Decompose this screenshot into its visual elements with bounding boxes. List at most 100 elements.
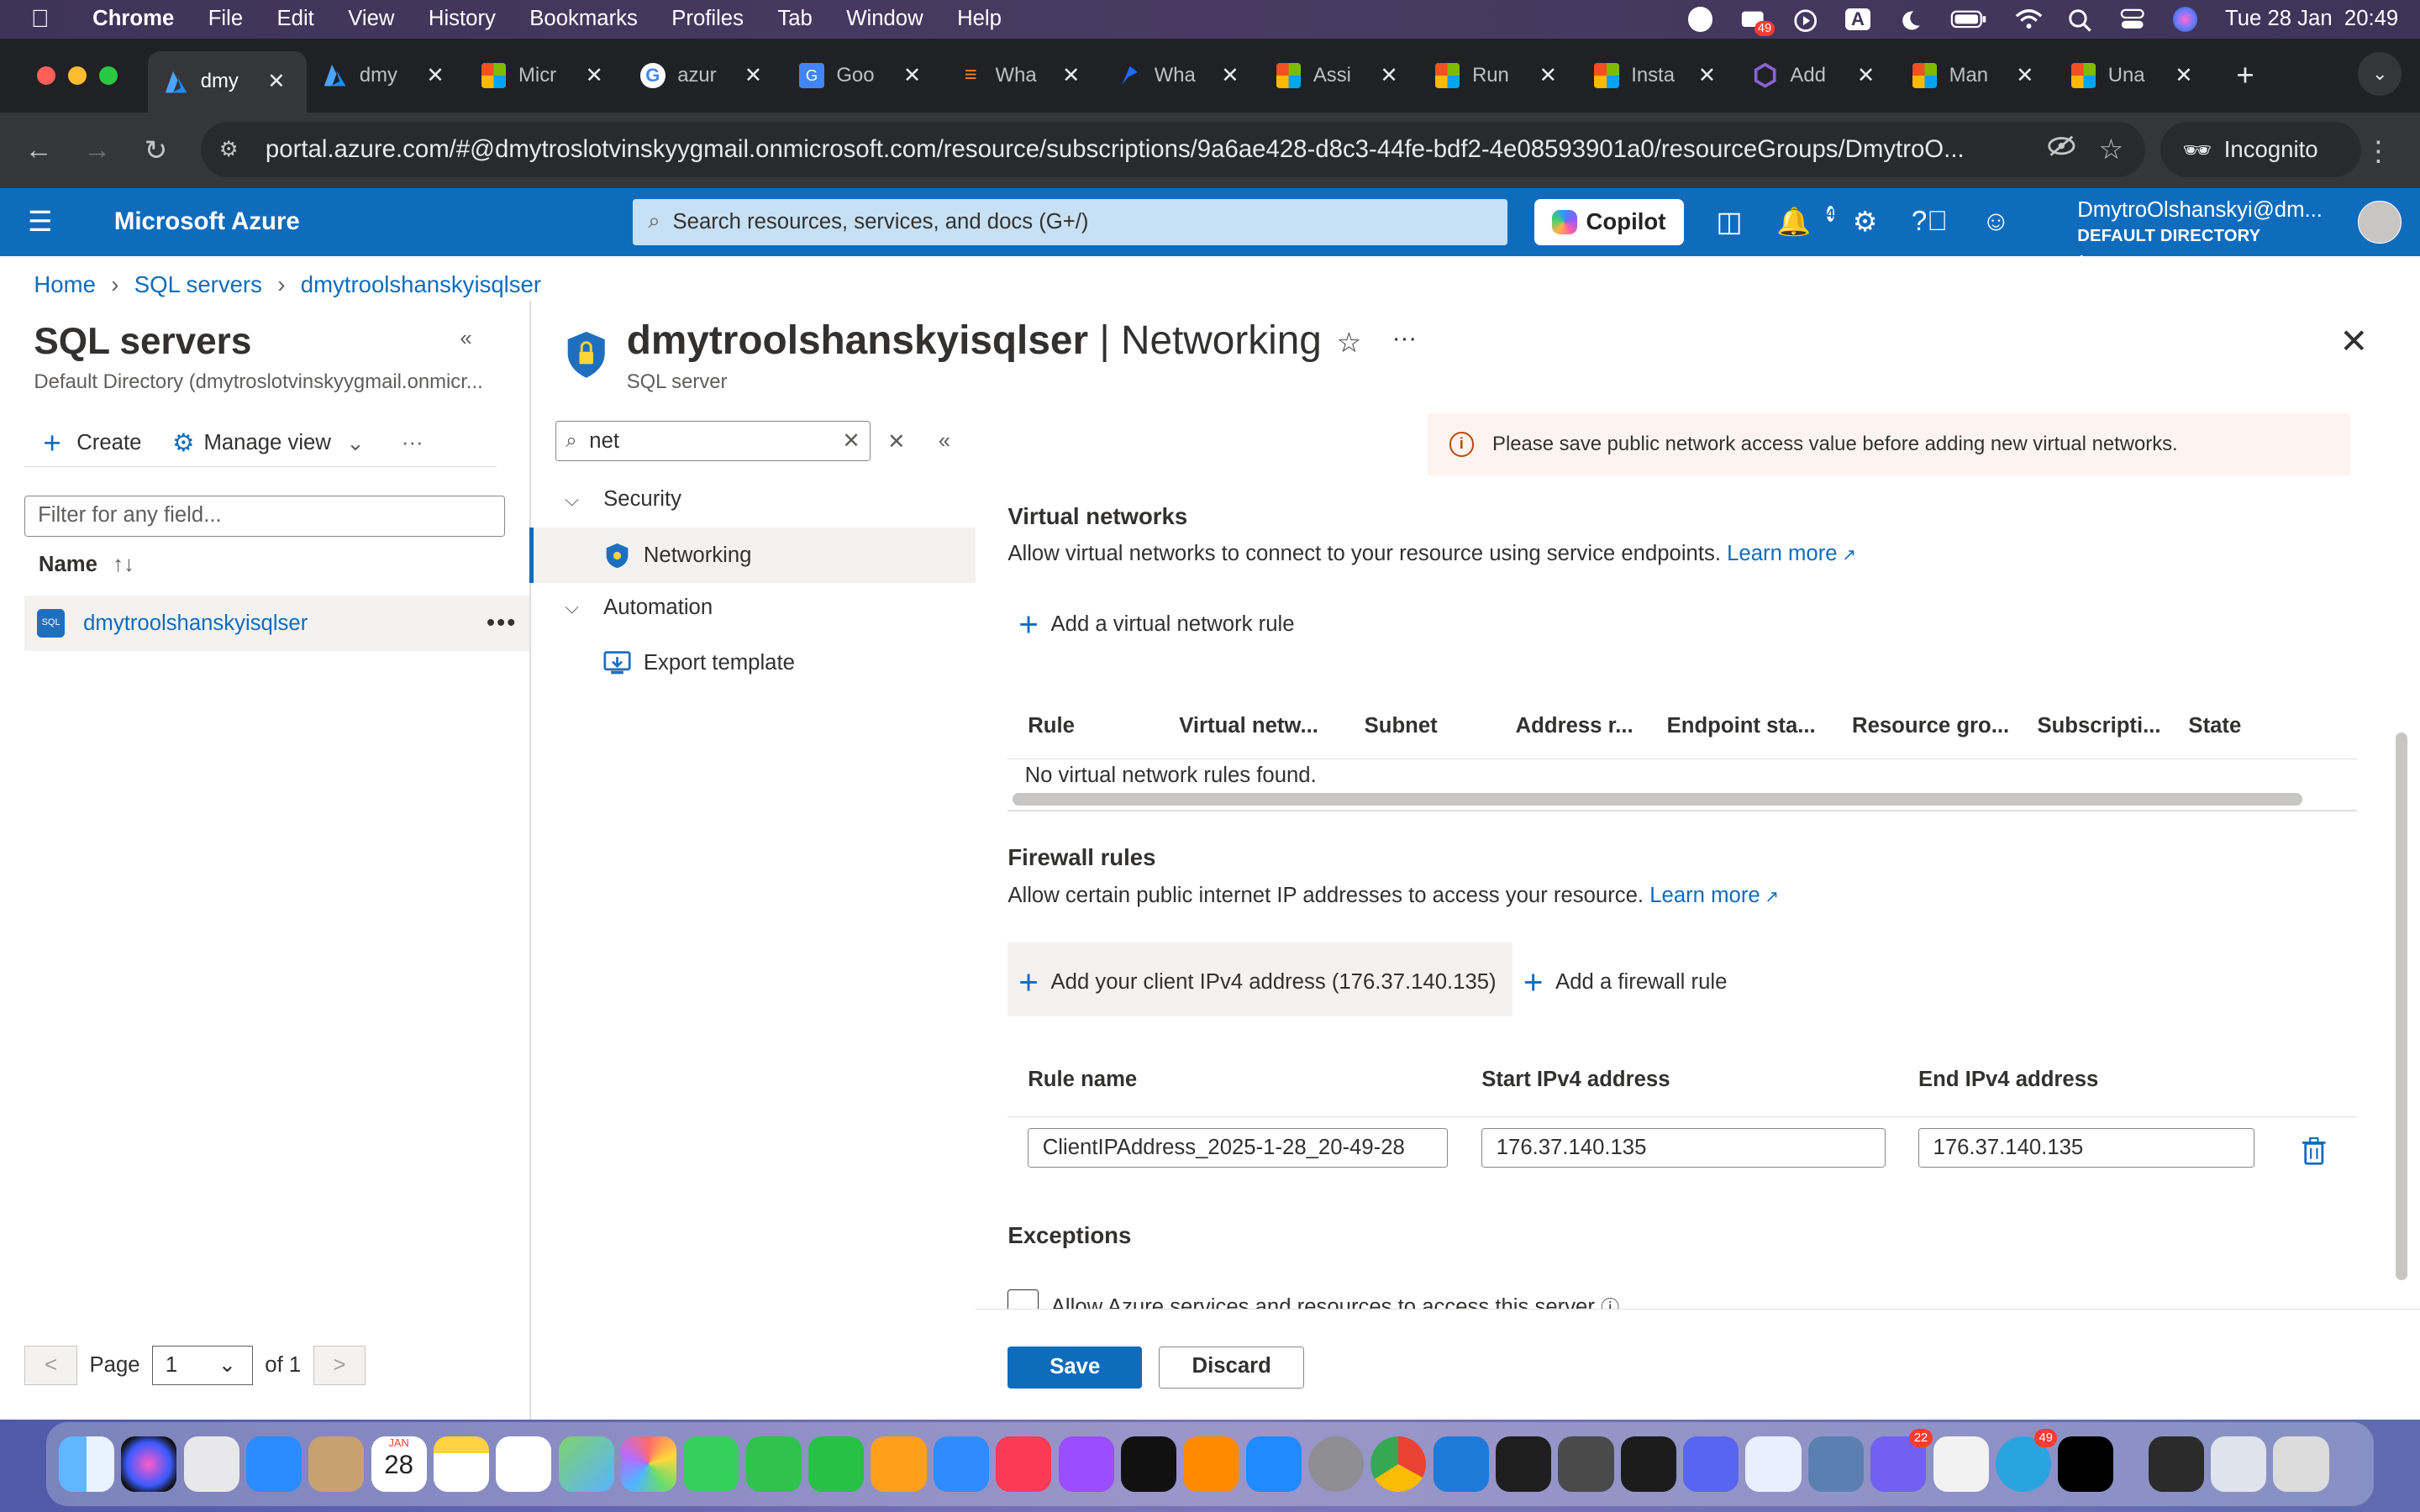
status-battery-app-icon[interactable]: 49 <box>1740 8 1775 37</box>
menubar-clock[interactable]: Tue 28 Jan 20:49 <box>2225 7 2398 31</box>
menu-item-networking[interactable]: Networking <box>529 528 976 584</box>
url-text[interactable]: portal.azure.com/#@dmytroslotvinskyygmai… <box>266 135 1994 164</box>
add-virtual-network-rule-button[interactable]: + Add a virtual network rule <box>1018 605 1294 644</box>
close-blade-icon[interactable]: ✕ <box>2339 321 2368 361</box>
system-settings-icon[interactable] <box>1307 1436 1365 1493</box>
launchpad-icon[interactable] <box>183 1436 239 1493</box>
moon-icon[interactable] <box>1898 8 1923 30</box>
menu-group-automation[interactable]: ⌵ Automation <box>565 596 713 620</box>
apple-tv-icon[interactable] <box>1120 1436 1176 1493</box>
chrome-icon[interactable] <box>1370 1436 1427 1493</box>
terminal-icon[interactable] <box>1496 1436 1552 1493</box>
copilot-button[interactable]: Copilot <box>1534 198 1684 245</box>
browser-tab[interactable]: Insta ✕ <box>1579 50 1738 102</box>
column-header[interactable]: Rule <box>1028 714 1075 738</box>
back-arrow-icon[interactable]: ← <box>9 134 68 166</box>
close-tab-icon[interactable]: ✕ <box>1062 63 1081 88</box>
trash-icon[interactable] <box>2273 1436 2329 1493</box>
app-store-icon[interactable] <box>1245 1436 1302 1493</box>
close-tab-icon[interactable]: ✕ <box>744 63 763 88</box>
close-tab-icon[interactable]: ✕ <box>1857 63 1876 88</box>
battery-icon[interactable] <box>1950 8 1987 30</box>
browser-menu-icon[interactable]: ⋮ <box>2365 134 2392 168</box>
column-header[interactable]: Virtual netw... <box>1179 714 1318 738</box>
close-tab-icon[interactable]: ✕ <box>2175 63 2193 88</box>
browser-tab[interactable]: Man ✕ <box>1897 50 2055 102</box>
messages-icon[interactable] <box>683 1436 739 1493</box>
intellij-icon[interactable] <box>2058 1436 2114 1493</box>
mail-icon[interactable] <box>245 1436 302 1493</box>
mysql-workbench-icon[interactable] <box>1807 1436 1864 1493</box>
menu-app-name[interactable]: Chrome <box>92 7 174 31</box>
telegram-icon[interactable]: 49 <box>1995 1428 2058 1493</box>
menu-window[interactable]: Window <box>846 7 923 31</box>
menu-history[interactable]: History <box>429 7 496 31</box>
notifications-bell-icon[interactable]: 🔔 4 <box>1776 206 1834 239</box>
clear-search-icon[interactable]: ✕ <box>842 428 860 454</box>
horizontal-scrollbar[interactable] <box>1012 793 2303 806</box>
spotlight-search-icon[interactable] <box>2068 8 2092 32</box>
facetime-icon[interactable] <box>745 1436 802 1493</box>
add-client-ip-button[interactable]: + Add your client IPv4 address (176.37.14… <box>1018 963 1496 1002</box>
sort-arrows-icon[interactable]: ↑↓ <box>113 553 134 576</box>
close-tab-icon[interactable]: ✕ <box>426 63 445 88</box>
browser-tab[interactable]: Assi ✕ <box>1260 50 1419 102</box>
breadcrumb-home[interactable]: Home <box>34 271 95 298</box>
help-icon[interactable]: ?⃝ <box>1912 206 1948 238</box>
music-icon[interactable] <box>996 1436 1052 1493</box>
menu-item-export-template[interactable]: Export template <box>529 636 795 691</box>
browser-tab[interactable]: Una ✕ <box>2055 50 2214 102</box>
font-a-icon[interactable]: A <box>1845 8 1870 30</box>
end-ip-input[interactable]: 176.37.140.135 <box>1918 1127 2255 1168</box>
resource-menu-search[interactable]: ⌕ net ✕ <box>555 421 871 462</box>
discord-icon[interactable] <box>1683 1436 1739 1493</box>
vertical-scrollbar[interactable] <box>2395 732 2408 1281</box>
column-header[interactable]: Subscripti... <box>2037 714 2160 738</box>
menu-bookmarks[interactable]: Bookmarks <box>529 7 638 31</box>
maps-icon[interactable] <box>558 1436 614 1493</box>
close-tab-icon[interactable]: ✕ <box>1221 63 1239 88</box>
more-options-icon[interactable]: ··· <box>1392 324 1417 353</box>
next-page-button[interactable]: > <box>313 1345 366 1386</box>
column-header[interactable]: Endpoint sta... <box>1667 714 1816 738</box>
viber-icon[interactable]: 22 <box>1870 1428 1933 1493</box>
screen-recording-icon[interactable] <box>2148 1436 2204 1493</box>
account-menu[interactable]: DmytroOlshanskyi@dm... DEFAULT DIRECTORY… <box>2077 197 2355 276</box>
tab-search-chevron-icon[interactable]: ⌄ <box>2358 52 2402 96</box>
browser-tab[interactable]: ≡ Wha ✕ <box>943 50 1102 102</box>
close-tab-icon[interactable]: ✕ <box>2016 63 2034 88</box>
column-header[interactable]: Resource gro... <box>1852 714 2009 738</box>
collapse-pane-icon[interactable]: « <box>460 327 471 351</box>
close-tab-icon[interactable]: ✕ <box>1380 63 1398 88</box>
menu-file[interactable]: File <box>208 7 243 31</box>
close-tab-icon[interactable]: ✕ <box>1698 63 1717 88</box>
more-commands-icon[interactable]: ··· <box>402 431 424 455</box>
learn-more-link[interactable]: Learn more ↗ <box>1649 884 1779 907</box>
vscode-icon[interactable] <box>1433 1436 1489 1493</box>
status-app-icon[interactable] <box>1688 7 1713 32</box>
menu-view[interactable]: View <box>348 7 394 31</box>
close-tab-icon[interactable]: ✕ <box>1539 63 1558 88</box>
eye-off-icon[interactable] <box>2046 134 2077 165</box>
site-info-icon[interactable]: ⚙ <box>219 137 253 162</box>
apple-icon[interactable]:  <box>31 5 59 34</box>
azure-brand[interactable]: Microsoft Azure <box>114 207 300 236</box>
podcasts-icon[interactable] <box>1058 1436 1114 1493</box>
create-button[interactable]: Create <box>76 431 141 455</box>
menu-edit[interactable]: Edit <box>277 7 314 31</box>
cloud-shell-icon[interactable]: ◫ <box>1716 205 1742 239</box>
reload-icon[interactable]: ↻ <box>127 134 186 167</box>
global-search-input[interactable]: ⌕ Search resources, services, and docs (… <box>633 198 1508 245</box>
reminders-icon[interactable] <box>496 1436 552 1493</box>
keynote-icon[interactable] <box>933 1436 989 1493</box>
numbers-icon[interactable] <box>808 1436 865 1493</box>
preview-window-icon[interactable] <box>2211 1436 2267 1493</box>
wifi-icon[interactable] <box>2015 8 2043 30</box>
hamburger-menu-icon[interactable]: ☰ <box>28 205 55 239</box>
siri-icon[interactable] <box>2172 7 2197 32</box>
collapse-menu-icon[interactable]: « <box>939 429 950 454</box>
breadcrumb-sql-servers[interactable]: SQL servers <box>134 271 262 298</box>
resource-link[interactable]: dmytroolshanskyisqlser <box>83 612 308 636</box>
textedit-icon[interactable] <box>1933 1436 1989 1493</box>
manage-view-button[interactable]: Manage view <box>203 431 330 455</box>
